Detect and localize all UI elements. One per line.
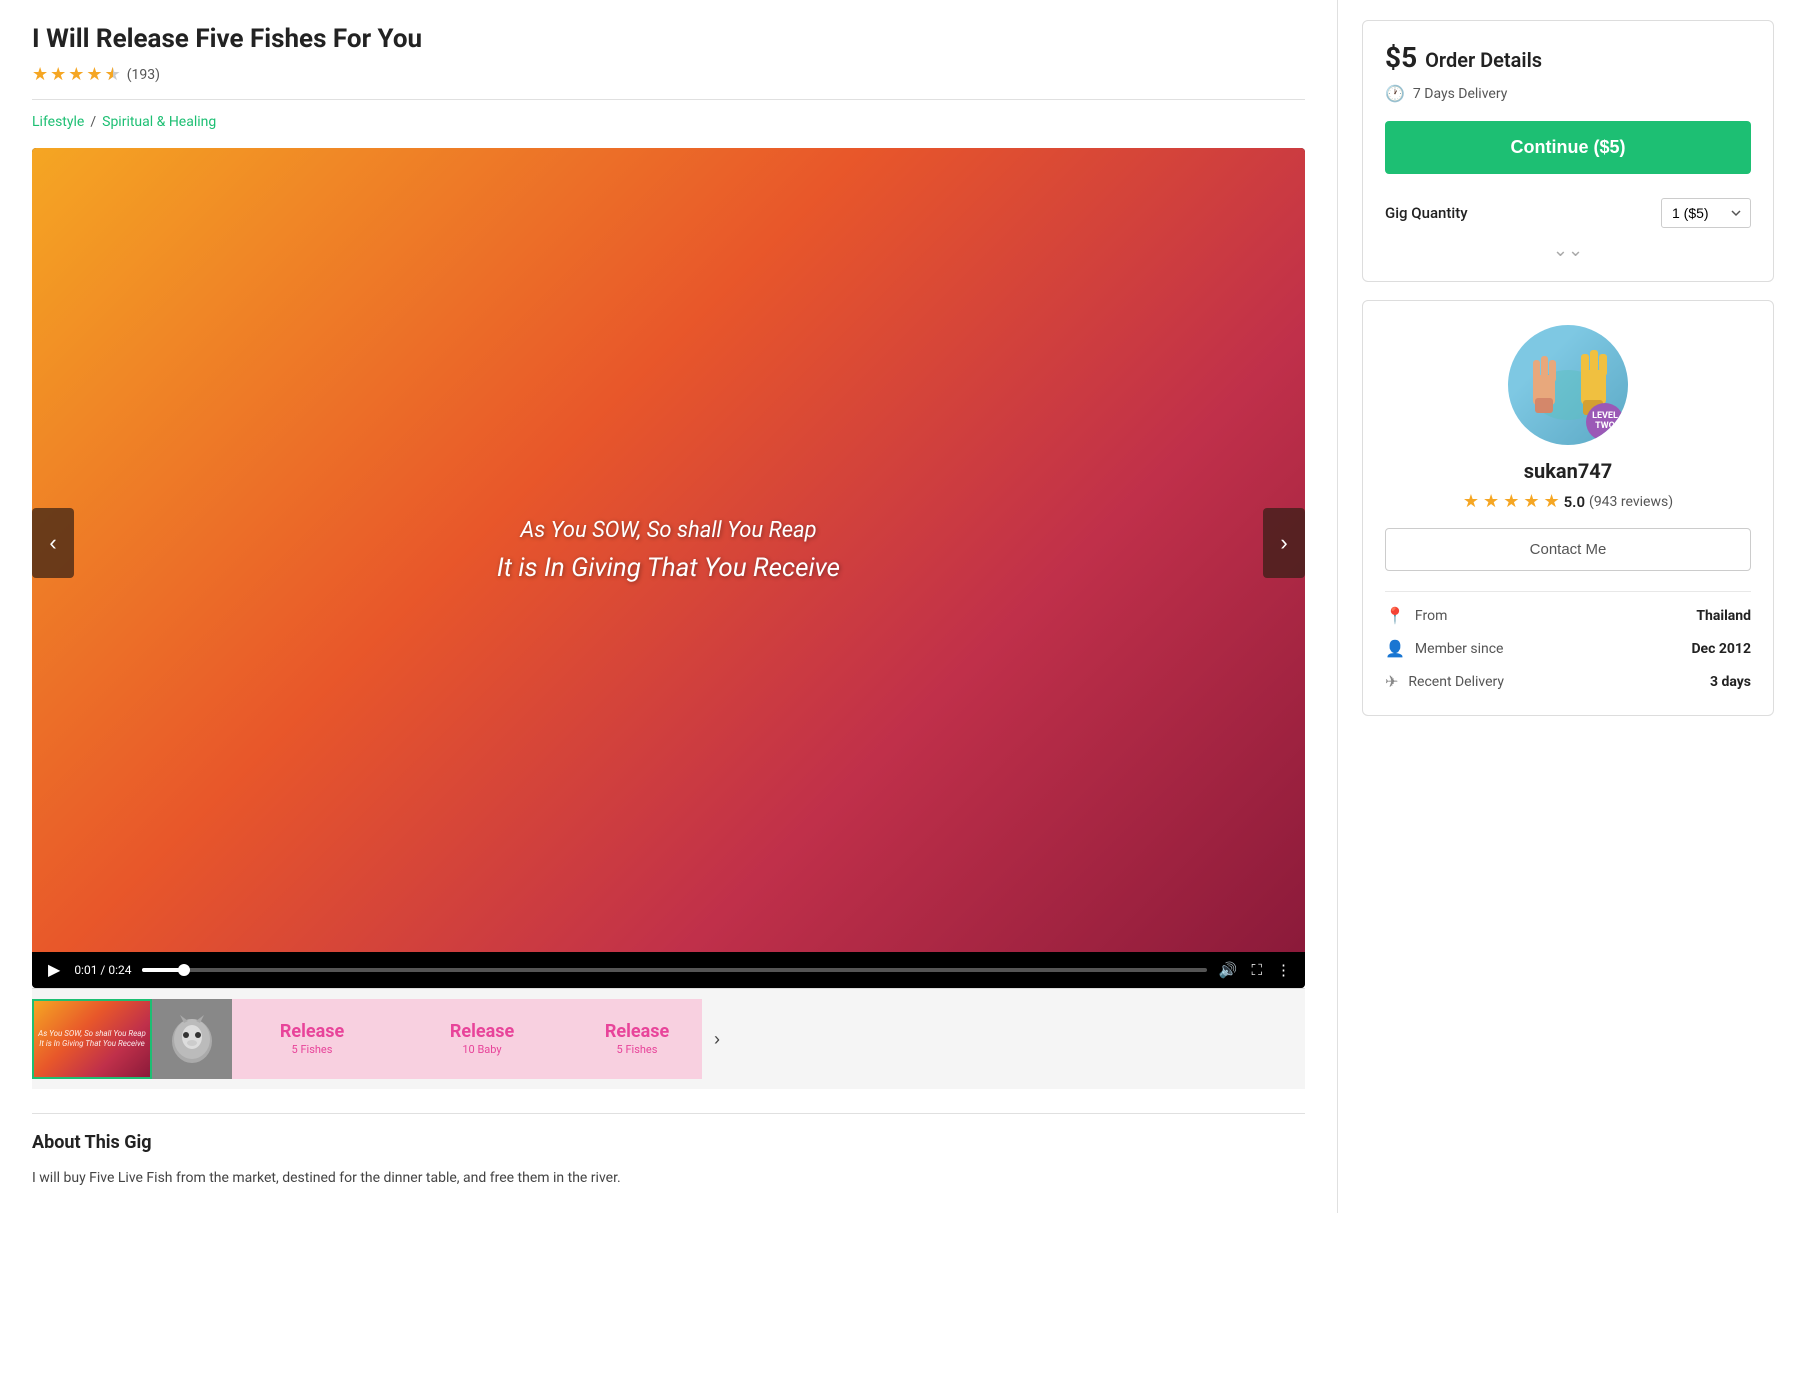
progress-thumb: [178, 964, 190, 976]
seller-from-label: From: [1415, 608, 1447, 624]
level-number: TWO: [1595, 422, 1615, 432]
seller-reviews: (943 reviews): [1589, 494, 1673, 510]
breadcrumb-sep: /: [90, 114, 96, 130]
order-price: $5: [1385, 41, 1417, 74]
seller-from-row: 📍 From Thailand: [1385, 606, 1751, 625]
order-card: $5 Order Details 🕐 7 Days Delivery Conti…: [1362, 20, 1774, 282]
seller-member-value: Dec 2012: [1691, 641, 1751, 657]
volume-button[interactable]: 🔊: [1217, 961, 1240, 979]
seller-rating-row: ★ ★ ★ ★ ★ 5.0 (943 reviews): [1385, 491, 1751, 512]
thumbnail-1[interactable]: As You SOW, So shall You ReapIt is In Gi…: [32, 999, 152, 1079]
thumbnails-next-button[interactable]: ›: [702, 1029, 732, 1050]
order-header: $5 Order Details: [1385, 41, 1751, 74]
seller-star-2: ★: [1483, 491, 1499, 512]
quantity-select[interactable]: 1 ($5) 2 ($10) 3 ($15): [1661, 198, 1751, 228]
seller-divider: [1385, 591, 1751, 592]
video-text-2: It is In Giving That You Receive: [497, 553, 840, 583]
quantity-label: Gig Quantity: [1385, 204, 1468, 222]
seller-star-3: ★: [1503, 491, 1519, 512]
thumbnails-row: As You SOW, So shall You ReapIt is In Gi…: [32, 988, 1305, 1089]
thumbnail-5[interactable]: Release 5 Fishes: [572, 999, 702, 1079]
thumbnail-4[interactable]: Release 10 Baby: [392, 999, 572, 1079]
seller-delivery-row: ✈ Recent Delivery 3 days: [1385, 672, 1751, 691]
delivery-row: 🕐 7 Days Delivery: [1385, 84, 1751, 103]
star-rating: ★ ★ ★ ★ ★★: [32, 64, 121, 85]
video-next-button[interactable]: ›: [1263, 508, 1305, 578]
video-text-1: As You SOW, So shall You Reap: [497, 518, 840, 543]
seller-from-value: Thailand: [1696, 608, 1751, 624]
video-progress-bar[interactable]: [142, 968, 1207, 972]
play-button[interactable]: ▶: [44, 960, 64, 980]
seller-star-1: ★: [1463, 491, 1479, 512]
video-display: ‹ As You SOW, So shall You Reap It is In…: [32, 148, 1305, 952]
video-prev-button[interactable]: ‹: [32, 508, 74, 578]
seller-star-4: ★: [1523, 491, 1539, 512]
seller-info: 📍 From Thailand 👤 Member since Dec 2012 …: [1385, 606, 1751, 691]
star-4: ★: [86, 64, 102, 85]
seller-avatar-wrap: LEVEL TWO: [1385, 325, 1751, 445]
seller-rating-value: 5.0: [1564, 493, 1585, 511]
seller-delivery-value: 3 days: [1710, 674, 1751, 690]
star-2: ★: [50, 64, 66, 85]
breadcrumb: Lifestyle / Spiritual & Healing: [32, 114, 1305, 130]
star-1: ★: [32, 64, 48, 85]
divider-1: [32, 99, 1305, 100]
seller-star-5: ★: [1543, 491, 1559, 512]
video-time: 0:01 / 0:24: [74, 963, 131, 977]
gig-title: I Will Release Five Fishes For You: [32, 24, 1305, 54]
order-title: Order Details: [1425, 48, 1542, 72]
video-container: ‹ As You SOW, So shall You Reap It is In…: [32, 148, 1305, 988]
clock-icon: 🕐: [1385, 84, 1405, 103]
continue-button[interactable]: Continue ($5): [1385, 121, 1751, 174]
seller-member-label: Member since: [1415, 641, 1504, 657]
delivery-icon: ✈: [1385, 672, 1398, 691]
star-3: ★: [68, 64, 84, 85]
more-options-button[interactable]: ⋮: [1274, 961, 1293, 979]
thumbnail-3[interactable]: Release 5 Fishes: [232, 999, 392, 1079]
breadcrumb-subcategory[interactable]: Spiritual & Healing: [102, 114, 216, 130]
right-column: $5 Order Details 🕐 7 Days Delivery Conti…: [1338, 0, 1798, 1213]
contact-me-button[interactable]: Contact Me: [1385, 528, 1751, 571]
wolf-icon: [162, 1009, 222, 1069]
about-title: About This Gig: [32, 1132, 1305, 1153]
video-controls: ▶ 0:01 / 0:24 🔊 ⛶ ⋮: [32, 952, 1305, 988]
location-icon: 📍: [1385, 606, 1405, 625]
level-badge: LEVEL TWO: [1586, 403, 1624, 441]
about-text: I will buy Five Live Fish from the marke…: [32, 1167, 1305, 1189]
delivery-label: 7 Days Delivery: [1413, 86, 1507, 102]
person-icon: 👤: [1385, 639, 1405, 658]
seller-member-row: 👤 Member since Dec 2012: [1385, 639, 1751, 658]
rating-row: ★ ★ ★ ★ ★★ (193): [32, 64, 1305, 85]
thumbnail-2[interactable]: [152, 999, 232, 1079]
seller-username: sukan747: [1385, 459, 1751, 483]
star-5: ★★: [105, 64, 121, 85]
seller-delivery-label: Recent Delivery: [1408, 674, 1504, 690]
progress-fill: [142, 968, 185, 972]
breadcrumb-category[interactable]: Lifestyle: [32, 114, 84, 130]
seller-avatar: LEVEL TWO: [1508, 325, 1628, 445]
reviews-count: (193): [127, 67, 160, 83]
fullscreen-button[interactable]: ⛶: [1249, 962, 1264, 979]
about-section: About This Gig I will buy Five Live Fish…: [32, 1113, 1305, 1189]
seller-card: LEVEL TWO sukan747 ★ ★ ★ ★ ★ 5.0 (943 re…: [1362, 300, 1774, 716]
collapse-icon[interactable]: ⌄⌄: [1385, 236, 1751, 261]
quantity-row: Gig Quantity 1 ($5) 2 ($10) 3 ($15): [1385, 190, 1751, 236]
